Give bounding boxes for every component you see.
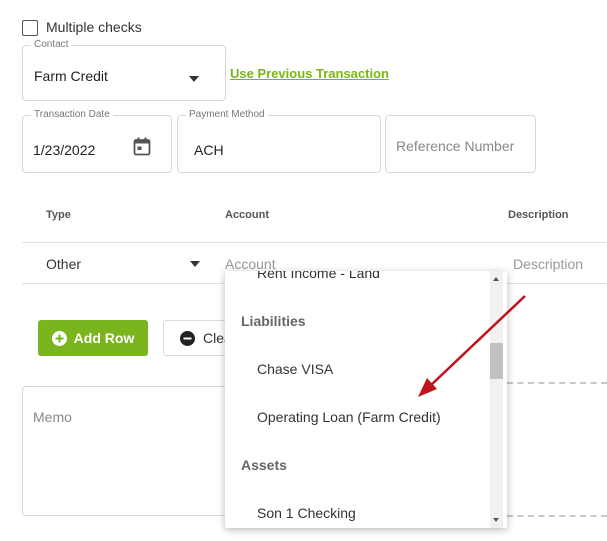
annotation-arrow-icon (418, 295, 526, 397)
